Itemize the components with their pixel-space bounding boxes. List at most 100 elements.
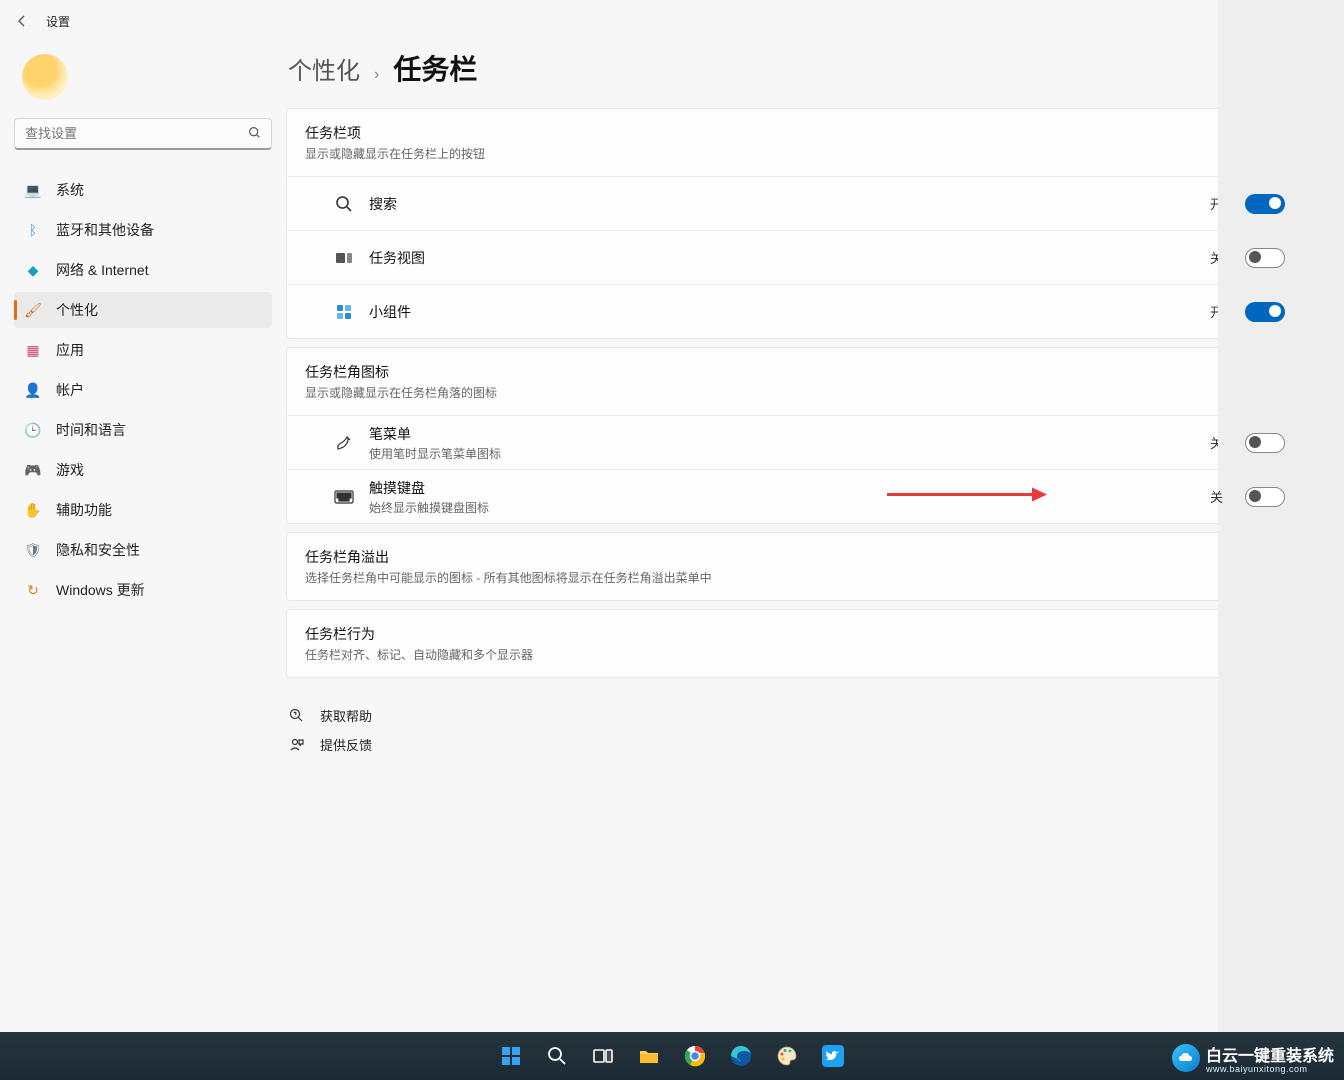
taskbar-taskview-button[interactable] [583, 1036, 623, 1076]
toggle-switch[interactable] [1245, 302, 1285, 322]
nav-icon: 🛡 [24, 542, 42, 559]
get-help-label: 获取帮助 [320, 706, 372, 725]
nav-label: 辅助功能 [56, 500, 112, 520]
search-icon [248, 126, 261, 142]
section-title: 任务栏角图标 [305, 362, 497, 382]
row-title: 触摸键盘 [369, 478, 1196, 498]
footer-links: 获取帮助 提供反馈 [288, 706, 1304, 754]
panel-header-taskbar-items[interactable]: 任务栏项 显示或隐藏显示在任务栏上的按钮 [287, 109, 1303, 176]
nav-item-3[interactable]: 🖌个性化 [14, 292, 272, 328]
taskbar-paint-button[interactable] [767, 1036, 807, 1076]
chrome-icon [683, 1044, 707, 1068]
windows-icon [499, 1044, 523, 1068]
toggle-state-label: 关 [1210, 487, 1223, 506]
main-content: 个性化 › 任务栏 任务栏项 显示或隐藏显示在任务栏上的按钮 搜索开任务视图关小… [286, 42, 1344, 1032]
panel-header-corner-overflow[interactable]: 任务栏角溢出 选择任务栏角中可能显示的图标 - 所有其他图标将显示在任务栏角溢出… [287, 533, 1303, 600]
feedback-icon [288, 737, 306, 753]
nav-item-0[interactable]: 💻 系统 [14, 172, 272, 208]
panel-taskbar-behavior: 任务栏行为 任务栏对齐、标记、自动隐藏和多个显示器 [286, 609, 1304, 678]
toggle-switch[interactable] [1245, 433, 1285, 453]
row-subtitle: 始终显示触摸键盘图标 [369, 499, 1196, 516]
breadcrumb-parent[interactable]: 个性化 [288, 51, 360, 86]
section-subtitle: 显示或隐藏显示在任务栏上的按钮 [305, 145, 485, 162]
folder-icon [637, 1044, 661, 1068]
nav-item-9[interactable]: 🛡 隐私和安全性 [14, 532, 272, 568]
widgets-icon [333, 303, 355, 321]
nav-label: 网络 & Internet [56, 260, 149, 280]
taskbar-edge-button[interactable] [721, 1036, 761, 1076]
nav-icon: ◆ [24, 262, 42, 279]
twitter-icon [821, 1044, 845, 1068]
corner-icons-row-0: 笔菜单使用笔时显示笔菜单图标关 [287, 415, 1303, 469]
toggle-switch[interactable] [1245, 194, 1285, 214]
nav-item-1[interactable]: ᛒ 蓝牙和其他设备 [14, 212, 272, 248]
arrow-left-icon [14, 13, 30, 29]
titlebar: 设置 [0, 0, 1344, 42]
nav-item-7[interactable]: 🎮 游戏 [14, 452, 272, 488]
row-title: 笔菜单 [369, 424, 1196, 444]
watermark: 白云一键重装系统 www.baiyunxitong.com [1172, 1042, 1334, 1074]
nav-icon: 🎮 [24, 462, 42, 479]
nav-item-6[interactable]: 🕒时间和语言 [14, 412, 272, 448]
search-icon [545, 1044, 569, 1068]
edge-icon [729, 1044, 753, 1068]
row-subtitle: 使用笔时显示笔菜单图标 [369, 445, 1196, 462]
taskbar-items-row-1: 任务视图关 [287, 230, 1303, 284]
cloud-icon [1172, 1044, 1200, 1072]
section-title: 任务栏行为 [305, 624, 533, 644]
keyboard-icon [333, 490, 355, 504]
nav-icon: ✋ [24, 502, 42, 519]
nav-label: 时间和语言 [56, 420, 126, 440]
nav-item-8[interactable]: ✋ 辅助功能 [14, 492, 272, 528]
taskbar: 白云一键重装系统 www.baiyunxitong.com [0, 1032, 1344, 1080]
nav-icon: 👤 [24, 382, 42, 399]
panel-taskbar-items: 任务栏项 显示或隐藏显示在任务栏上的按钮 搜索开任务视图关小组件开 [286, 108, 1304, 339]
taskbar-twitter-button[interactable] [813, 1036, 853, 1076]
panel-header-corner-icons[interactable]: 任务栏角图标 显示或隐藏显示在任务栏角落的图标 [287, 348, 1303, 415]
nav-label: 蓝牙和其他设备 [56, 220, 154, 240]
taskbar-explorer-button[interactable] [629, 1036, 669, 1076]
section-subtitle: 选择任务栏角中可能显示的图标 - 所有其他图标将显示在任务栏角溢出菜单中 [305, 569, 712, 586]
toggle-switch[interactable] [1245, 248, 1285, 268]
user-avatar[interactable] [22, 54, 68, 100]
nav-label: 隐私和安全性 [56, 540, 140, 560]
breadcrumb-current: 任务栏 [393, 48, 477, 88]
section-title: 任务栏项 [305, 123, 485, 143]
nav-item-2[interactable]: ◆ 网络 & Internet [14, 252, 272, 288]
nav-icon: ↻ [24, 582, 42, 599]
breadcrumb: 个性化 › 任务栏 [288, 48, 1304, 88]
nav-label: 游戏 [56, 460, 84, 480]
nav-label: Windows 更新 [56, 580, 145, 600]
chevron-right-icon: › [374, 66, 379, 84]
search-icon [333, 195, 355, 213]
section-subtitle: 任务栏对齐、标记、自动隐藏和多个显示器 [305, 646, 533, 663]
sidebar: 💻 系统 ᛒ 蓝牙和其他设备 ◆ 网络 & Internet 🖌个性化 ▦ 应用 👤帐户 🕒时间和语… [0, 42, 286, 1032]
taskbar-items-row-2: 小组件开 [287, 284, 1303, 338]
toggle-switch[interactable] [1245, 487, 1285, 507]
nav-icon: 🖌 [24, 302, 42, 319]
taskbar-chrome-button[interactable] [675, 1036, 715, 1076]
panel-corner-icons: 任务栏角图标 显示或隐藏显示在任务栏角落的图标 笔菜单使用笔时显示笔菜单图标关触… [286, 347, 1304, 524]
search-box[interactable] [14, 118, 272, 150]
window-title: 设置 [46, 13, 70, 30]
nav-item-5[interactable]: 👤帐户 [14, 372, 272, 408]
nav-item-4[interactable]: ▦ 应用 [14, 332, 272, 368]
nav-list: 💻 系统 ᛒ 蓝牙和其他设备 ◆ 网络 & Internet 🖌个性化 ▦ 应用 👤帐户 🕒时间和语… [14, 172, 272, 608]
nav-icon: ▦ [24, 342, 42, 359]
search-input[interactable] [25, 126, 248, 141]
panel-header-taskbar-behavior[interactable]: 任务栏行为 任务栏对齐、标记、自动隐藏和多个显示器 [287, 610, 1303, 677]
taskview-icon [591, 1044, 615, 1068]
palette-icon [775, 1044, 799, 1068]
nav-label: 应用 [56, 340, 84, 360]
start-button[interactable] [491, 1036, 531, 1076]
help-icon [288, 708, 306, 724]
nav-label: 系统 [56, 180, 84, 200]
give-feedback-link[interactable]: 提供反馈 [288, 735, 1304, 754]
nav-icon: 💻 [24, 182, 42, 199]
get-help-link[interactable]: 获取帮助 [288, 706, 1304, 725]
nav-item-10[interactable]: ↻ Windows 更新 [14, 572, 272, 608]
nav-icon: ᛒ [24, 222, 42, 238]
taskbar-search-button[interactable] [537, 1036, 577, 1076]
taskview-icon [333, 249, 355, 267]
back-button[interactable] [10, 9, 34, 33]
